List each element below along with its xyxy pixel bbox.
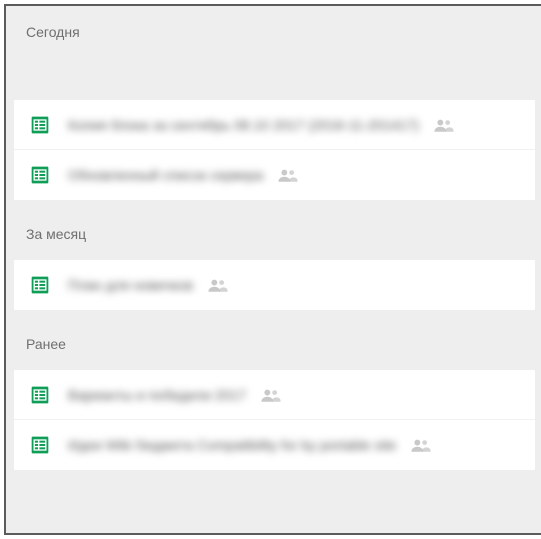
doc-title: План для новичков	[68, 277, 193, 293]
sheets-icon	[30, 275, 50, 295]
list-month: План для новичков	[14, 260, 535, 310]
section-header-today: Сегодня	[14, 6, 535, 100]
doc-title: Обновленный список сервера	[68, 167, 263, 183]
sheets-icon	[30, 165, 50, 185]
section-header-label: Ранее	[26, 336, 66, 352]
document-list-container: Сегодня Копия блока за сентябрь 08.10 20…	[6, 6, 541, 533]
list-item[interactable]: План для новичков	[14, 260, 535, 310]
shared-icon	[207, 278, 229, 292]
list-item[interactable]: Копия блока за сентябрь 08.10 2017 (2016…	[14, 100, 535, 150]
section-header-month: За месяц	[14, 200, 535, 260]
shared-icon	[433, 118, 455, 132]
sheets-icon	[30, 115, 50, 135]
shared-icon	[277, 168, 299, 182]
doc-title: Идеи Wiki бюджета Compatibility for by p…	[68, 437, 396, 453]
section-header-earlier: Ранее	[14, 310, 535, 370]
section-header-label: Сегодня	[26, 24, 80, 40]
list-item[interactable]: Варианты и победили 2017	[14, 370, 535, 420]
sheets-icon	[30, 385, 50, 405]
sheets-icon	[30, 435, 50, 455]
section-header-label: За месяц	[26, 226, 86, 242]
shared-icon	[260, 388, 282, 402]
list-earlier: Варианты и победили 2017 Идеи Wiki бюдже…	[14, 370, 535, 470]
doc-title: Варианты и победили 2017	[68, 387, 246, 403]
list-today: Копия блока за сентябрь 08.10 2017 (2016…	[14, 100, 535, 200]
list-item[interactable]: Идеи Wiki бюджета Compatibility for by p…	[14, 420, 535, 470]
app-frame: Сегодня Копия блока за сентябрь 08.10 20…	[4, 4, 541, 535]
list-item[interactable]: Обновленный список сервера	[14, 150, 535, 200]
doc-title: Копия блока за сентябрь 08.10 2017 (2016…	[68, 117, 419, 133]
shared-icon	[410, 438, 432, 452]
